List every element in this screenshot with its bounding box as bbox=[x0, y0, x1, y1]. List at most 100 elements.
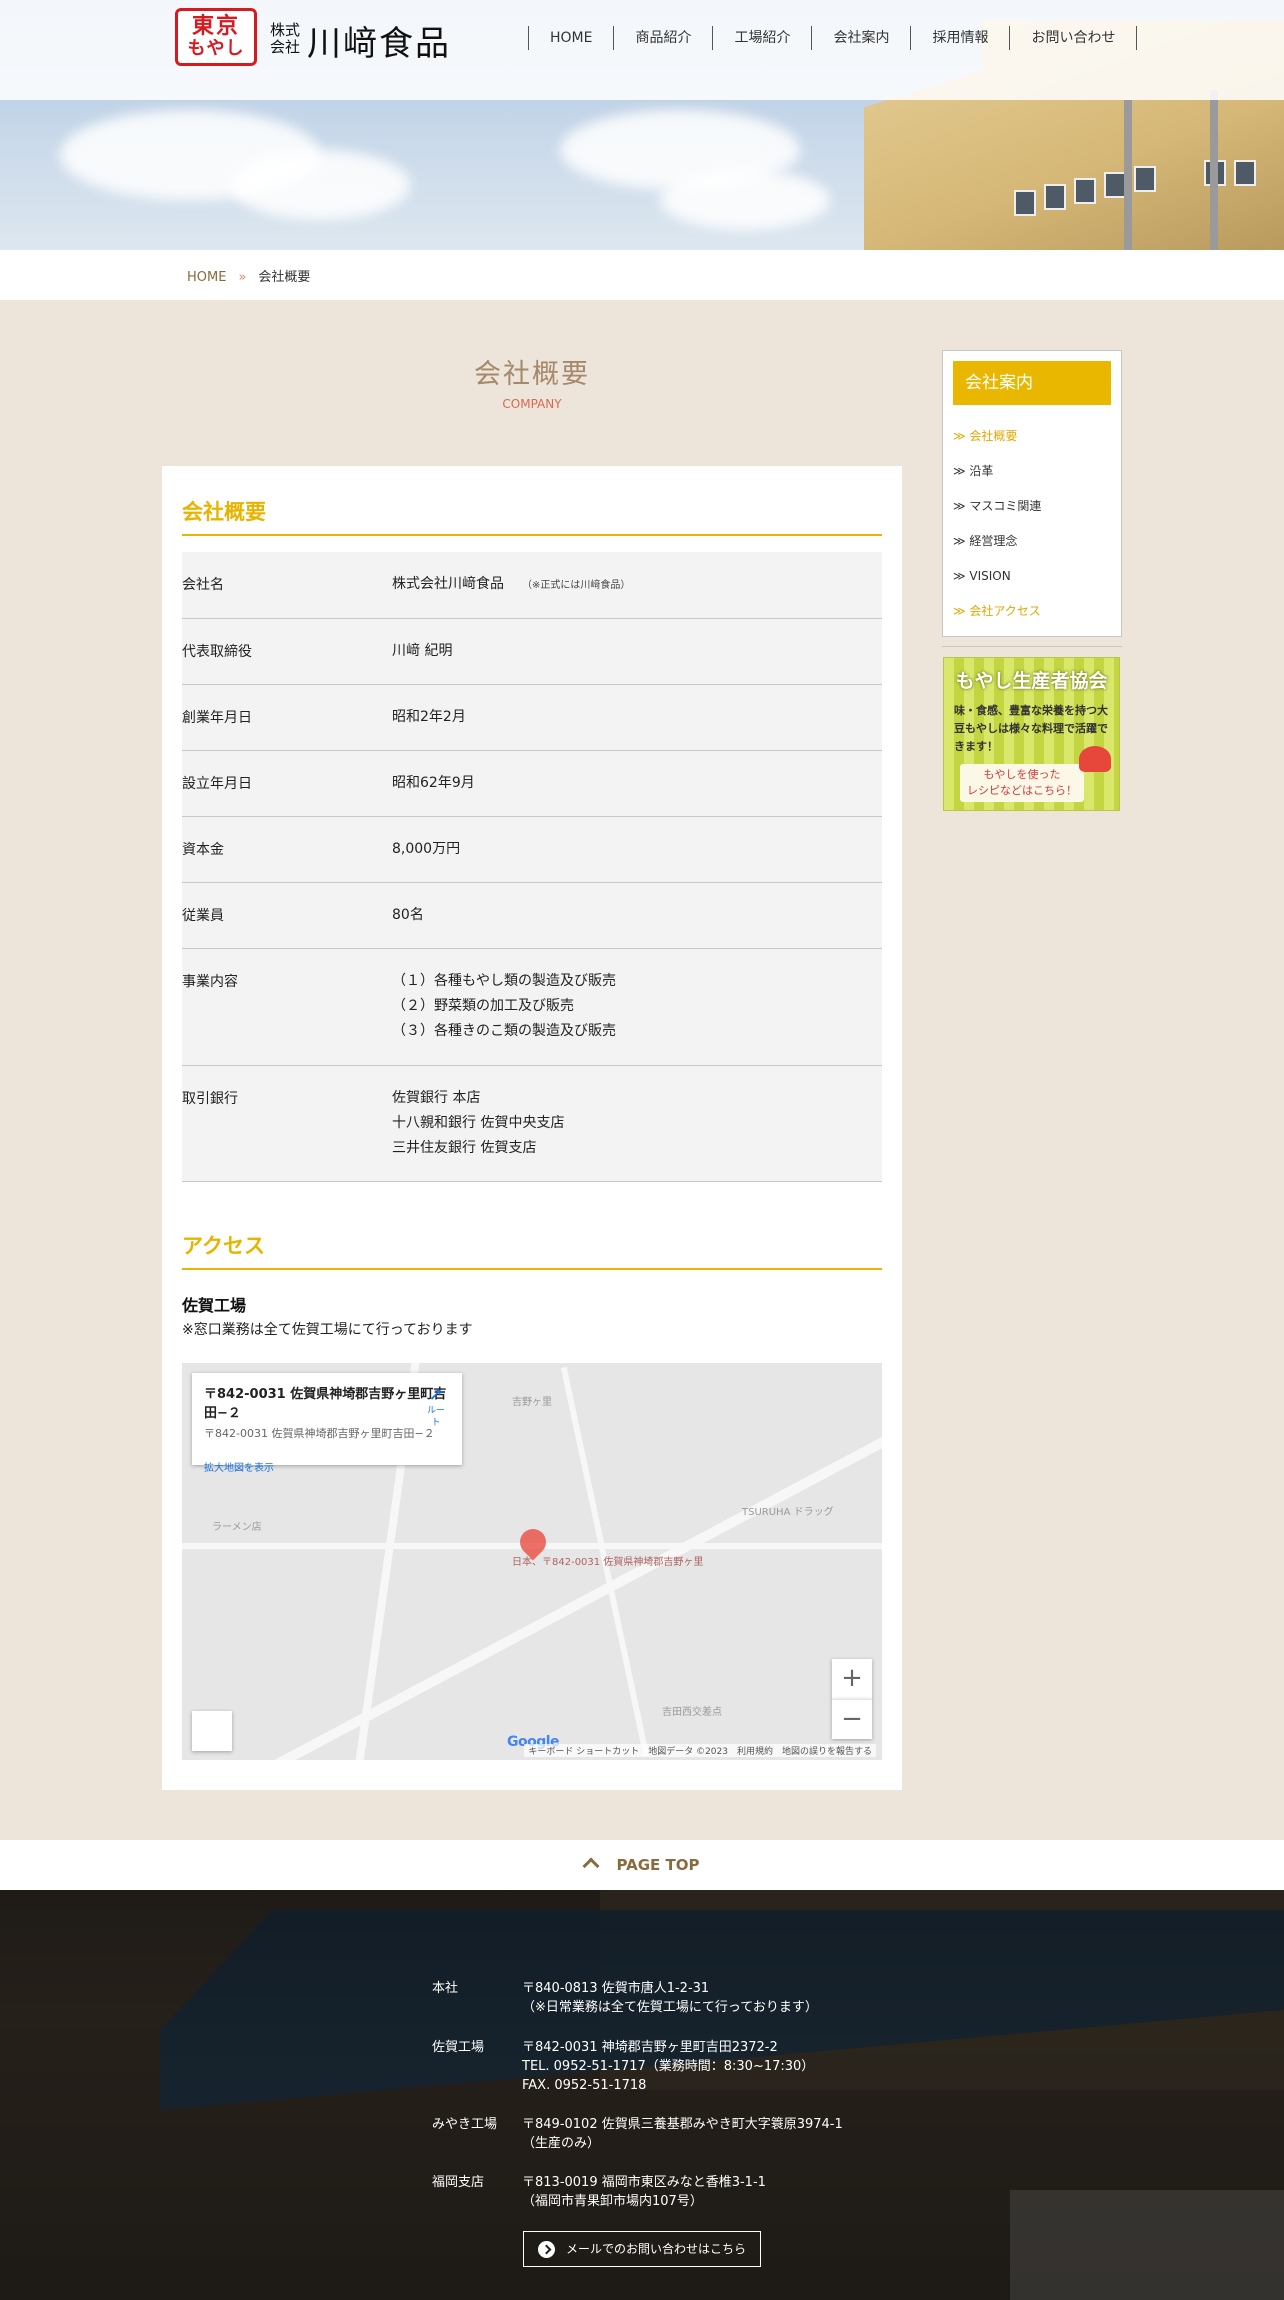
sidebar-item-history[interactable]: ≫ 沿革 bbox=[953, 454, 1111, 489]
breadcrumb-current: 会社概要 bbox=[258, 270, 311, 285]
row-value: 昭和62年9月 bbox=[392, 775, 475, 791]
row-label: 会社名 bbox=[182, 577, 224, 593]
table-row: 代表取締役 川﨑 紀明 bbox=[182, 619, 882, 685]
footer-line: TEL. 0952-51-1717（業務時間：8:30~17:30） bbox=[522, 2059, 815, 2074]
banner-button-line: レシピなどはこちら！ bbox=[967, 784, 1077, 797]
breadcrumb-separator: » bbox=[238, 270, 247, 285]
footer-line: （※日常業務は全て佐賀工場にて行っております） bbox=[522, 2000, 818, 2015]
company-kind: 株式会社 bbox=[270, 21, 301, 56]
table-row: 従業員 80名 bbox=[182, 883, 882, 949]
sidebar-company-menu: 会社案内 ≫ 会社概要 ≫ 沿革 ≫ マスコミ関連 ≫ 経営理念 ≫ VISIO… bbox=[942, 350, 1122, 637]
chevron-up-icon bbox=[582, 1857, 599, 1875]
logo-text-top: 東京 bbox=[191, 14, 240, 39]
breadcrumb-home[interactable]: HOME bbox=[187, 270, 226, 285]
footer-line: （生産のみ） bbox=[522, 2136, 601, 2151]
sidebar-item-overview[interactable]: ≫ 会社概要 bbox=[953, 419, 1111, 454]
row-value: 川﨑 紀明 bbox=[392, 643, 453, 659]
row-label: 取引銀行 bbox=[182, 1091, 238, 1107]
footer-office-address: 〒840-0813 佐賀市唐人1-2-31 （※日常業務は全て佐賀工場にて行って… bbox=[522, 1979, 818, 2017]
map-label: ラーメン店 bbox=[212, 1522, 262, 1533]
banner-recipe-button[interactable]: もやしを使った レシピなどはこちら！ bbox=[960, 764, 1084, 802]
section-title-overview: 会社概要 bbox=[182, 496, 882, 536]
map-label: 吉田西交差点 bbox=[662, 1707, 722, 1718]
access-note: ※窓口業務は全て佐賀工場にて行っております bbox=[182, 1322, 473, 1338]
banner-button-line: もやしを使った bbox=[983, 768, 1061, 781]
nav-factory[interactable]: 工場紹介 bbox=[713, 26, 813, 50]
section-title-access: アクセス bbox=[182, 1230, 882, 1270]
sidebar-list: ≫ 会社概要 ≫ 沿革 ≫ マスコミ関連 ≫ 経営理念 ≫ VISION ≫ 会… bbox=[953, 419, 1111, 629]
site-header: 東京 もやし 株式会社 川﨑食品 HOME 商品紹介 工場紹介 会社案内 採用情… bbox=[0, 0, 1284, 100]
row-value: （１）各種もやし類の製造及び販売 （２）野菜類の加工及び販売 （３）各種きのこ類… bbox=[392, 969, 616, 1044]
table-row: 取引銀行 佐賀銀行 本店 十八親和銀行 佐賀中央支店 三井住友銀行 佐賀支店 bbox=[182, 1066, 882, 1182]
chef-hat-icon bbox=[1079, 746, 1111, 772]
breadcrumb: HOME » 会社概要 bbox=[187, 266, 310, 285]
moyashi-association-banner[interactable]: もやし生産者協会 味・食感、豊富な栄養を持つ大豆もやしは様々な料理で活躍できます… bbox=[943, 657, 1120, 811]
breadcrumb-bar: HOME » 会社概要 bbox=[0, 250, 1284, 300]
directions-label: ルート bbox=[426, 1406, 445, 1428]
row-label: 設立年月日 bbox=[182, 776, 252, 792]
row-label: 事業内容 bbox=[182, 974, 238, 990]
zoom-in-button[interactable]: + bbox=[832, 1659, 872, 1699]
sidebar-item-access[interactable]: ≫ 会社アクセス bbox=[953, 594, 1111, 629]
table-row: 会社名 株式会社川﨑食品 （※正式には川﨑食品） bbox=[182, 552, 882, 619]
map-label: 吉野ヶ里 bbox=[512, 1397, 552, 1408]
footer-line: 〒842-0031 神埼郡吉野ヶ里町吉田2372-2 bbox=[522, 2040, 778, 2055]
page-title-jp: 会社概要 bbox=[474, 359, 590, 390]
footer-office-address: 〒842-0031 神埼郡吉野ヶ里町吉田2372-2 TEL. 0952-51-… bbox=[522, 2038, 814, 2095]
nav-recruit[interactable]: 採用情報 bbox=[911, 26, 1011, 50]
map-larger-link[interactable]: 拡大地図を表示 bbox=[204, 1459, 450, 1474]
map-attribution[interactable]: キーボード ショートカット 地図データ ©2023 利用規約 地図の誤りを報告す… bbox=[524, 1744, 876, 1757]
google-map[interactable]: 日本、〒842-0031 佐賀県神埼郡吉野ヶ里 TSURUHA ドラッグ 吉田西… bbox=[182, 1363, 882, 1760]
row-value-line: 佐賀銀行 本店 bbox=[392, 1090, 481, 1106]
tokyo-moyashi-logo[interactable]: 東京 もやし bbox=[175, 8, 257, 66]
footer-office-label: 佐賀工場 bbox=[432, 2040, 485, 2055]
zoom-out-button[interactable]: − bbox=[832, 1699, 872, 1739]
row-value: 昭和2年2月 bbox=[392, 709, 466, 725]
footer-office-label: 本社 bbox=[432, 1981, 459, 1996]
table-row: 事業内容 （１）各種もやし類の製造及び販売 （２）野菜類の加工及び販売 （３）各… bbox=[182, 949, 882, 1066]
access-location-name: 佐賀工場 bbox=[182, 1296, 247, 1315]
footer-office-label: みやき工場 bbox=[432, 2117, 498, 2132]
sidebar-divider bbox=[942, 646, 1122, 647]
company-name[interactable]: 川﨑食品 bbox=[307, 16, 451, 65]
page-top-button[interactable]: PAGE TOP bbox=[0, 1840, 1284, 1890]
table-row: 資本金 8,000万円 bbox=[182, 817, 882, 883]
global-nav: HOME 商品紹介 工場紹介 会社案内 採用情報 お問い合わせ bbox=[528, 26, 1138, 50]
directions-icon[interactable]: ➚ ルート bbox=[424, 1385, 448, 1429]
content-card: 会社概要 会社名 株式会社川﨑食品 （※正式には川﨑食品） 代表取締役 川﨑 紀明… bbox=[162, 466, 902, 1790]
row-value-line: 十八親和銀行 佐賀中央支店 bbox=[392, 1115, 565, 1131]
sidebar-title: 会社案内 bbox=[953, 361, 1111, 405]
nav-home[interactable]: HOME bbox=[529, 26, 615, 50]
map-info-title: 〒842-0031 佐賀県神埼郡吉野ヶ里町吉田−２ bbox=[204, 1387, 447, 1421]
nav-products[interactable]: 商品紹介 bbox=[614, 26, 714, 50]
page-top-label: PAGE TOP bbox=[616, 1856, 700, 1874]
footer-office-address: 〒849-0102 佐賀県三養基郡みやき町大字簑原3974-1 （生産のみ） bbox=[522, 2115, 843, 2153]
row-label: 創業年月日 bbox=[182, 710, 252, 726]
row-value: 8,000万円 bbox=[392, 841, 461, 857]
sidebar-item-philosophy[interactable]: ≫ 経営理念 bbox=[953, 524, 1111, 559]
row-value: 株式会社川﨑食品 （※正式には川﨑食品） bbox=[392, 572, 630, 598]
page-title-en: COMPANY bbox=[502, 397, 562, 411]
sidebar-item-media[interactable]: ≫ マスコミ関連 bbox=[953, 489, 1111, 524]
row-value: 佐賀銀行 本店 十八親和銀行 佐賀中央支店 三井住友銀行 佐賀支店 bbox=[392, 1086, 564, 1161]
logo-text-bottom: もやし bbox=[187, 38, 245, 59]
row-value-line: 三井住友銀行 佐賀支店 bbox=[392, 1140, 537, 1156]
arrow-right-icon bbox=[538, 2241, 555, 2258]
mail-contact-label: メールでのお問い合わせはこちら bbox=[566, 2242, 747, 2256]
street-view-control[interactable] bbox=[192, 1711, 232, 1751]
nav-contact[interactable]: お問い合わせ bbox=[1010, 26, 1138, 50]
map-info-card: 〒842-0031 佐賀県神埼郡吉野ヶ里町吉田−２ 〒842-0031 佐賀県神… bbox=[192, 1373, 462, 1474]
table-row: 設立年月日 昭和62年9月 bbox=[182, 751, 882, 817]
mail-contact-button[interactable]: メールでのお問い合わせはこちら bbox=[523, 2231, 761, 2267]
footer-office-address: 〒813-0019 福岡市東区みなと香椎3-1-1 （福岡市青果卸市場内107号… bbox=[522, 2173, 766, 2211]
sidebar-item-vision[interactable]: ≫ VISION bbox=[953, 559, 1111, 594]
map-label: 日本、〒842-0031 佐賀県神埼郡吉野ヶ里 bbox=[512, 1557, 704, 1568]
map-label: TSURUHA ドラッグ bbox=[742, 1507, 834, 1518]
row-value-line: （１）各種もやし類の製造及び販売 bbox=[392, 973, 616, 989]
row-value: 80名 bbox=[392, 907, 424, 923]
nav-company[interactable]: 会社案内 bbox=[812, 26, 912, 50]
row-label: 従業員 bbox=[182, 908, 224, 924]
footer-line: 〒840-0813 佐賀市唐人1-2-31 bbox=[522, 1981, 710, 1996]
footer-line: 〒849-0102 佐賀県三養基郡みやき町大字簑原3974-1 bbox=[522, 2117, 843, 2132]
page-title: 会社概要 COMPANY bbox=[162, 352, 902, 411]
